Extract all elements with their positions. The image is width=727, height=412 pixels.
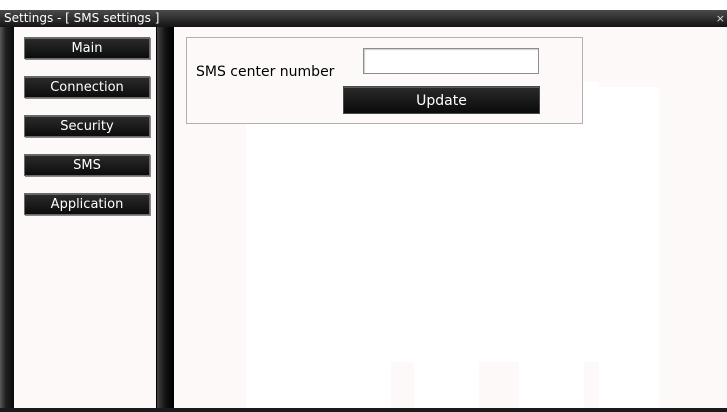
- background-block: [414, 322, 479, 412]
- sidebar-item-security[interactable]: Security: [24, 115, 150, 137]
- sidebar-item-application[interactable]: Application: [24, 193, 150, 215]
- window-bottom-edge: [0, 408, 727, 412]
- background-block: [519, 347, 584, 412]
- sms-center-number-input[interactable]: [363, 48, 539, 74]
- window-title: Settings - [ SMS settings ]: [4, 11, 160, 25]
- background-block: [299, 82, 599, 362]
- sidebar-item-sms[interactable]: SMS: [24, 154, 150, 176]
- close-icon[interactable]: ×: [716, 10, 725, 27]
- sidebar: Main Connection Security SMS Application: [14, 27, 157, 412]
- sms-settings-group: SMS center number Update: [186, 37, 583, 124]
- sms-center-number-label: SMS center number: [196, 64, 335, 80]
- window-left-edge: [0, 27, 14, 412]
- sidebar-separator: [157, 27, 174, 412]
- title-bar: Settings - [ SMS settings ] ×: [0, 10, 727, 27]
- sidebar-item-connection[interactable]: Connection: [24, 76, 150, 98]
- settings-window: Settings - [ SMS settings ] × Main Conne…: [0, 10, 727, 412]
- background-block: [599, 87, 659, 412]
- sidebar-item-main[interactable]: Main: [24, 37, 150, 59]
- main-panel: SMS center number Update: [174, 27, 727, 412]
- update-button[interactable]: Update: [343, 86, 540, 114]
- top-background-strip: [0, 0, 727, 10]
